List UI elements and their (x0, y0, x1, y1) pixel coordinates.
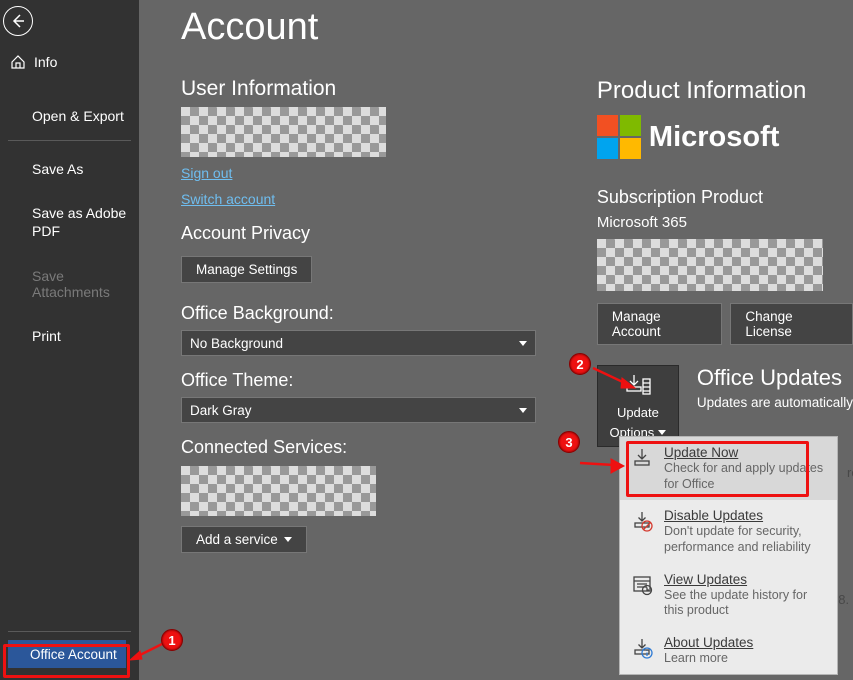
microsoft-wordmark: Microsoft (649, 121, 780, 154)
office-updates-info: Office Updates Updates are automatically (697, 365, 853, 410)
sidebar-label-print: Print (32, 328, 61, 344)
heading-user-information: User Information (181, 77, 539, 101)
menu-item-title: Disable Updates (664, 508, 827, 523)
add-a-service-label: Add a service (196, 532, 278, 547)
menu-item-desc: See the update history for this product (664, 588, 827, 619)
menu-item-title: About Updates (664, 635, 753, 650)
sidebar-label-info: Info (34, 54, 57, 70)
download-icon (630, 446, 654, 470)
sidebar-label-save-as: Save As (32, 161, 83, 177)
arrow-left-icon (10, 13, 26, 29)
annotation-arrow-3 (578, 455, 626, 475)
left-column: User Information Sign out Switch account… (181, 77, 539, 553)
menu-item-about-updates[interactable]: About Updates Learn more (620, 627, 837, 675)
heading-office-background: Office Background: (181, 303, 539, 324)
subscription-placeholder (597, 239, 823, 291)
chevron-down-icon (519, 341, 527, 346)
sidebar-item-save-as[interactable]: Save As (0, 153, 139, 185)
change-license-label: Change License (745, 309, 838, 339)
annotation-arrow-2 (589, 362, 639, 392)
right-edge-fragment-ro: ro (847, 465, 853, 480)
sidebar-item-info[interactable]: Info (0, 46, 139, 78)
sidebar-label-office-account: Office Account (30, 647, 117, 662)
menu-item-title: Update Now (664, 445, 827, 460)
chevron-down-icon (284, 537, 292, 542)
heading-subscription-product: Subscription Product (597, 187, 853, 208)
menu-item-update-now[interactable]: Update Now Check for and apply updates f… (620, 437, 837, 500)
sidebar-item-print[interactable]: Print (0, 320, 139, 352)
sidebar-label-open-export: Open & Export (32, 108, 124, 124)
microsoft-logo: Microsoft (597, 115, 853, 159)
annotation-marker-3: 3 (558, 431, 580, 453)
manage-account-button[interactable]: Manage Account (597, 303, 722, 345)
page-title: Account (181, 6, 853, 49)
office-updates-subtext: Updates are automatically (697, 395, 853, 410)
update-options-label-1: Update (617, 405, 659, 421)
download-info-icon (630, 636, 654, 660)
menu-item-desc: Check for and apply updates for Office (664, 461, 827, 492)
manage-account-label: Manage Account (612, 309, 707, 339)
sidebar-item-save-attachments: Save Attachments (0, 260, 139, 308)
link-sign-out[interactable]: Sign out (181, 165, 232, 181)
sidebar-item-office-account[interactable]: Office Account (8, 640, 126, 668)
update-options-menu: Update Now Check for and apply updates f… (619, 436, 838, 675)
manage-settings-button[interactable]: Manage Settings (181, 256, 312, 283)
office-background-value: No Background (190, 336, 283, 351)
annotation-marker-2: 2 (569, 353, 591, 375)
connected-services-placeholder (181, 466, 376, 516)
history-icon (630, 573, 654, 597)
heading-product-information: Product Information (597, 77, 853, 105)
menu-item-desc: Don't update for security, performance a… (664, 524, 827, 555)
sidebar-item-open-export[interactable]: Open & Export (0, 100, 139, 132)
sidebar-bottom-divider (8, 631, 131, 632)
sidebar-divider (8, 140, 131, 141)
user-info-placeholder (181, 107, 386, 157)
sidebar-label-save-as-adobe-pdf: Save as Adobe PDF (32, 205, 129, 240)
home-icon (10, 54, 26, 70)
office-theme-value: Dark Gray (190, 403, 252, 418)
chevron-down-icon (519, 408, 527, 413)
office-theme-select[interactable]: Dark Gray (181, 397, 536, 423)
menu-item-disable-updates[interactable]: Disable Updates Don't update for securit… (620, 500, 837, 563)
heading-office-theme: Office Theme: (181, 370, 539, 391)
office-background-select[interactable]: No Background (181, 330, 536, 356)
add-a-service-button[interactable]: Add a service (181, 526, 307, 553)
subscription-name: Microsoft 365 (597, 214, 853, 231)
heading-account-privacy: Account Privacy (181, 223, 539, 244)
manage-settings-label: Manage Settings (196, 262, 297, 277)
heading-office-updates: Office Updates (697, 365, 853, 391)
back-button[interactable] (3, 6, 33, 36)
link-switch-account[interactable]: Switch account (181, 191, 275, 207)
change-license-button[interactable]: Change License (730, 303, 853, 345)
chevron-down-icon (658, 430, 666, 435)
menu-item-desc: Learn more (664, 651, 753, 667)
microsoft-grid-icon (597, 115, 641, 159)
menu-item-view-updates[interactable]: View Updates See the update history for … (620, 564, 837, 627)
download-blocked-icon (630, 509, 654, 533)
menu-item-title: View Updates (664, 572, 827, 587)
heading-connected-services: Connected Services: (181, 437, 539, 458)
sidebar-item-save-as-adobe-pdf[interactable]: Save as Adobe PDF (0, 197, 139, 248)
backstage-sidebar: Info Open & Export Save As Save as Adobe… (0, 0, 139, 680)
sidebar-label-save-attachments: Save Attachments (32, 268, 129, 300)
annotation-marker-1: 1 (161, 629, 183, 651)
